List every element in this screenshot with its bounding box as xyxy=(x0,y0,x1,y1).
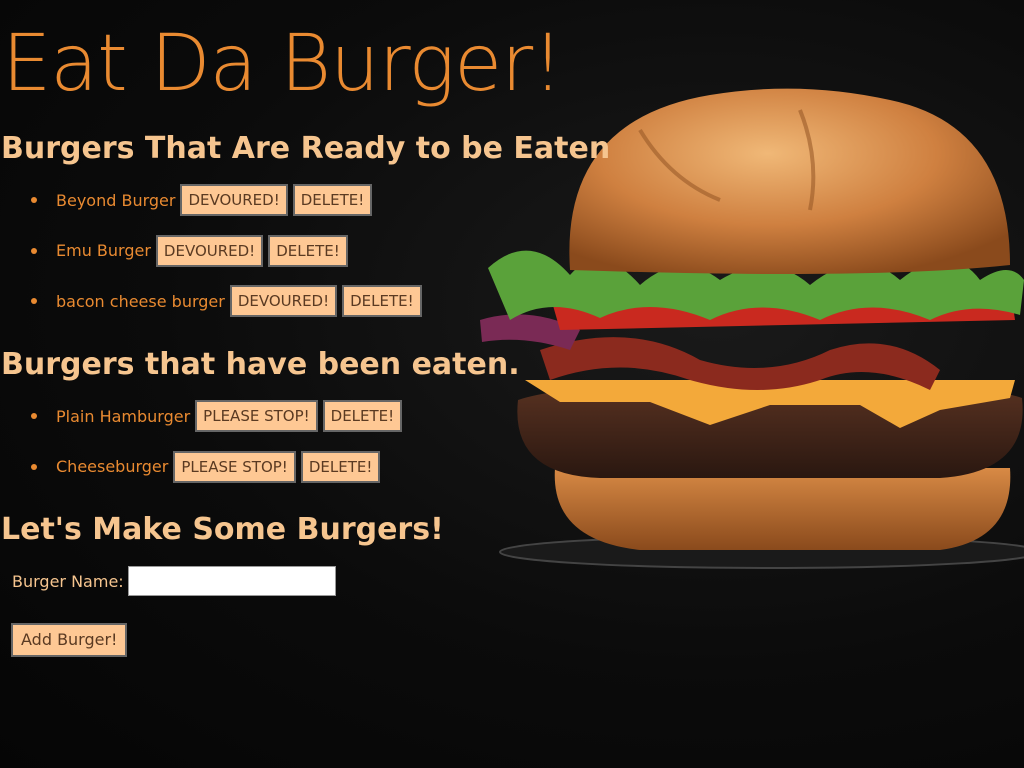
list-item: Emu Burger DEVOURED! DELETE! xyxy=(0,234,427,267)
form-heading: Let's Make Some Burgers! xyxy=(1,512,444,547)
delete-button[interactable]: DELETE! xyxy=(342,285,422,317)
list-item: Cheeseburger PLEASE STOP! DELETE! xyxy=(0,450,407,483)
devoured-button[interactable]: DEVOURED! xyxy=(155,234,264,267)
list-item: Plain Hamburger PLEASE STOP! DELETE! xyxy=(0,400,407,432)
eaten-list: Plain Hamburger PLEASE STOP! DELETE! Che… xyxy=(0,400,407,501)
eaten-heading: Burgers that have been eaten. xyxy=(1,347,520,382)
burger-name-label: Burger Name: xyxy=(12,571,124,591)
burger-name: bacon cheese burger xyxy=(56,291,225,311)
please-stop-button[interactable]: PLEASE STOP! xyxy=(195,400,318,432)
list-item: bacon cheese burger DEVOURED! DELETE! xyxy=(0,285,427,317)
devoured-button[interactable]: DEVOURED! xyxy=(180,184,288,216)
ready-list: Beyond Burger DEVOURED! DELETE! Emu Burg… xyxy=(0,184,427,336)
burger-name: Plain Hamburger xyxy=(56,406,191,426)
content: Eat Da Burger! Burgers That Are Ready to… xyxy=(0,0,1024,768)
burger-name: Cheeseburger xyxy=(56,457,169,476)
delete-button[interactable]: DELETE! xyxy=(268,234,348,267)
delete-button[interactable]: DELETE! xyxy=(300,450,381,483)
bullet-icon xyxy=(31,463,37,470)
bullet-icon xyxy=(31,197,37,203)
page-title: Eat Da Burger! xyxy=(2,19,563,109)
burger-name: Emu Burger xyxy=(56,241,151,260)
ready-heading: Burgers That Are Ready to be Eaten xyxy=(1,131,611,166)
bullet-icon xyxy=(31,247,37,254)
bullet-icon xyxy=(31,298,37,304)
page: Eat Da Burger! Burgers That Are Ready to… xyxy=(0,0,1024,768)
bullet-icon xyxy=(31,413,37,419)
burger-name: Beyond Burger xyxy=(56,190,176,210)
devoured-button[interactable]: DEVOURED! xyxy=(229,285,338,317)
burger-name-input[interactable] xyxy=(127,566,336,596)
burger-form: Burger Name: xyxy=(12,566,336,596)
list-item: Beyond Burger DEVOURED! DELETE! xyxy=(0,184,427,216)
please-stop-button[interactable]: PLEASE STOP! xyxy=(173,450,296,483)
add-burger-button[interactable]: Add Burger! xyxy=(11,623,128,657)
delete-button[interactable]: DELETE! xyxy=(292,184,373,216)
delete-button[interactable]: DELETE! xyxy=(322,400,403,432)
